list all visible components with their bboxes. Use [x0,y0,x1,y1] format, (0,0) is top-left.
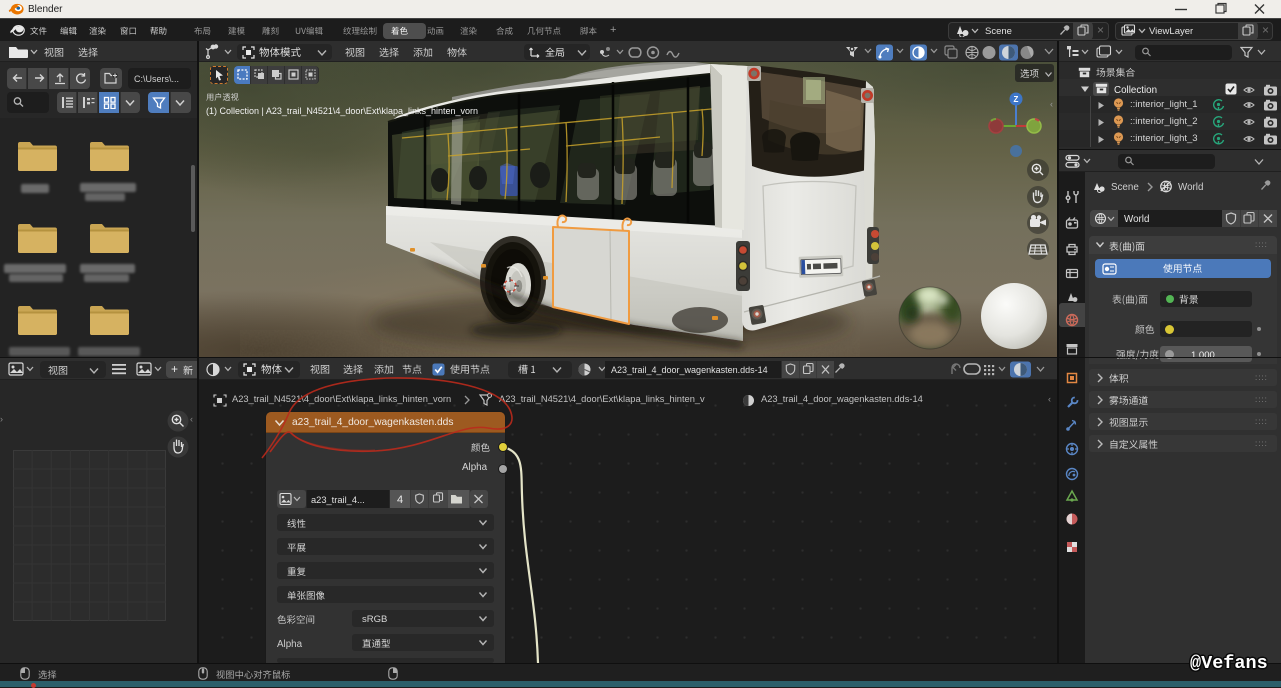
svg-text:Z: Z [1014,95,1019,104]
